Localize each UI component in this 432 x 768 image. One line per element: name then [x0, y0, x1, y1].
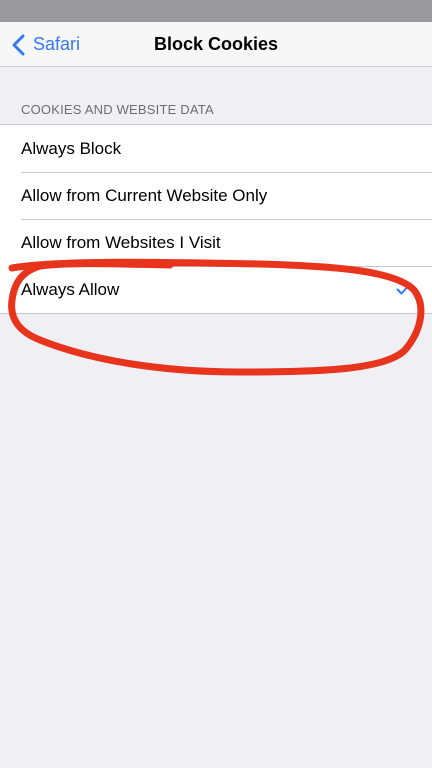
back-button[interactable]: Safari	[12, 22, 80, 67]
navigation-bar: Safari Block Cookies	[0, 22, 432, 67]
checkmark-icon	[396, 282, 412, 296]
option-always-allow[interactable]: Always Allow	[0, 266, 432, 313]
option-label: Allow from Current Website Only	[21, 185, 268, 205]
option-allow-websites-i-visit[interactable]: Allow from Websites I Visit	[0, 219, 432, 266]
option-label: Always Allow	[21, 279, 120, 299]
section-header: COOKIES AND WEBSITE DATA	[21, 102, 214, 117]
option-label: Allow from Websites I Visit	[21, 232, 221, 252]
back-button-label: Safari	[33, 34, 81, 54]
status-bar	[0, 0, 432, 22]
option-allow-current-website-only[interactable]: Allow from Current Website Only	[0, 172, 432, 219]
chevron-left-icon	[12, 33, 28, 57]
block-cookies-screen: Safari Block Cookies COOKIES AND WEBSITE…	[0, 0, 432, 768]
option-label: Always Block	[21, 138, 122, 158]
option-always-block[interactable]: Always Block	[0, 125, 432, 172]
cookie-options-list: Always Block Allow from Current Website …	[0, 124, 432, 314]
